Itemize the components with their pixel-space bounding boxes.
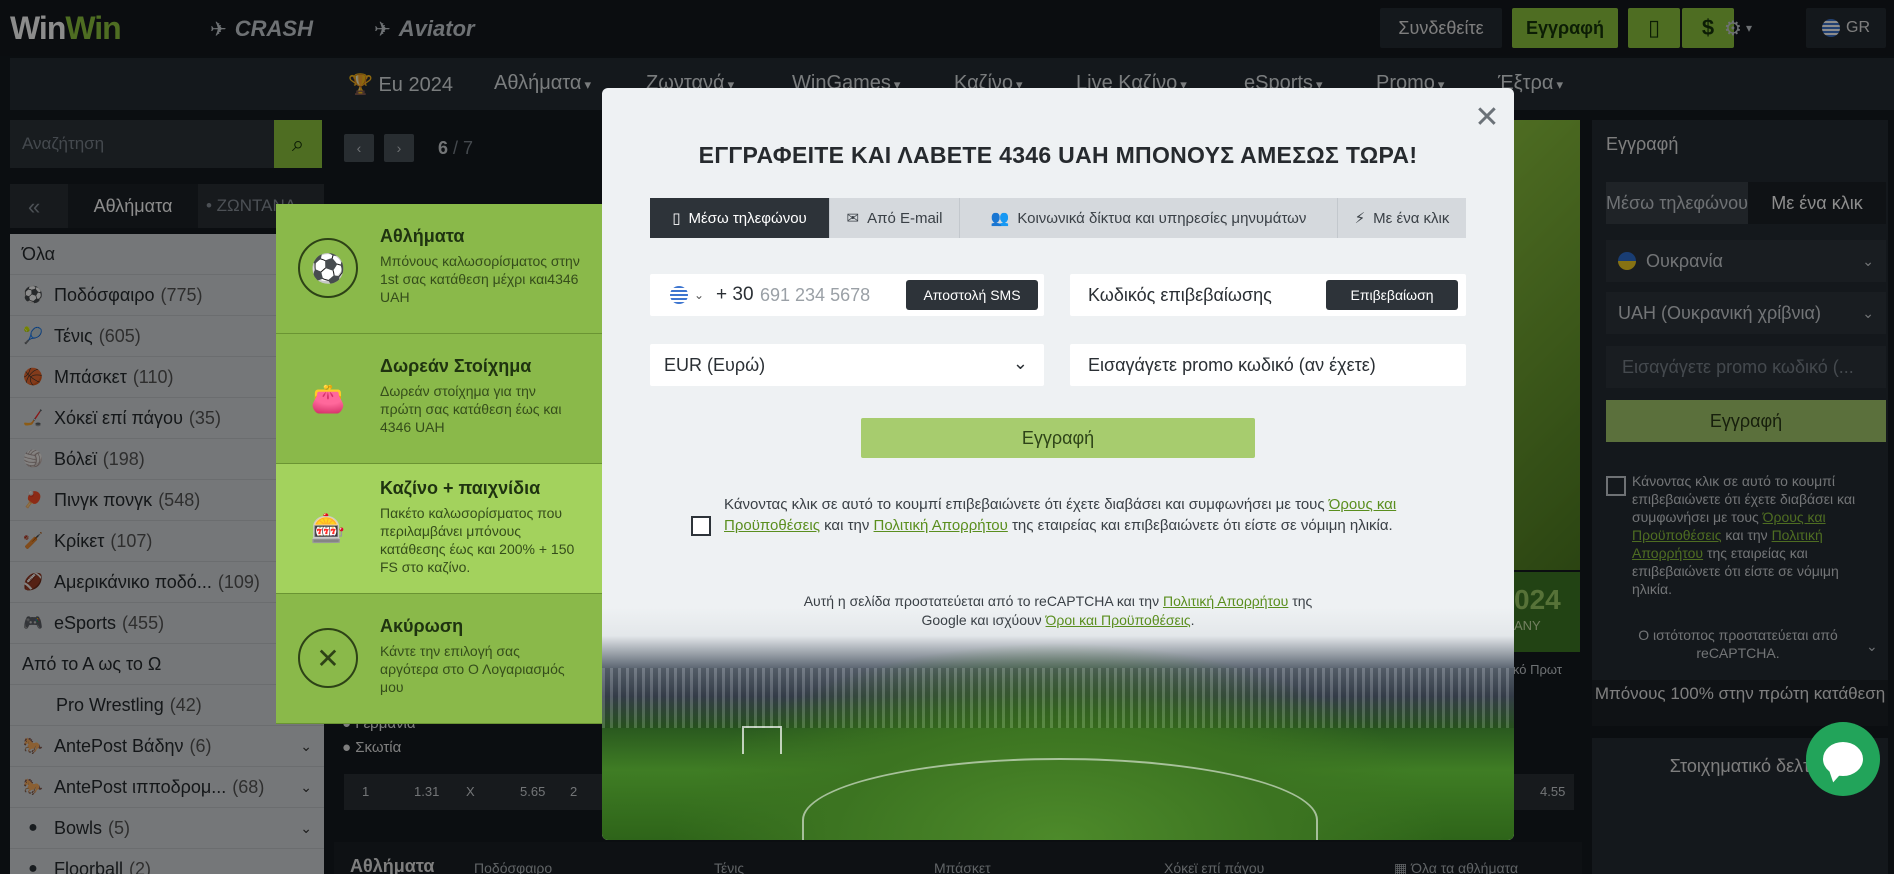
currency-select[interactable]: EUR (Ευρώ) ⌄ [650,344,1044,386]
google-terms-link[interactable]: Όροι και Προϋποθέσεις [1046,612,1191,628]
bonus-option-title: Δωρεάν Στοίχημα [380,356,532,376]
privacy-link[interactable]: Πολιτική Απορρήτου [874,517,1008,534]
tab-email[interactable]: ✉ Από E-mail [830,198,960,238]
close-icon[interactable]: ✕ [1472,101,1502,134]
wallet-icon: 👛 [310,382,346,414]
currency-value: EUR (Ευρώ) [664,355,766,375]
bonus-option-desc: Δωρεάν στοίχημα για την πρώτη σας κατάθε… [380,383,562,435]
bonus-option-sports[interactable]: ⚽ Αθλήματα Μπόνους καλωσορίσματος στην 1… [276,204,602,334]
bonus-option-title: Ακύρωση [380,616,464,636]
greece-flag-icon [670,286,688,304]
country-code-select[interactable]: ⌄ [670,286,704,304]
bonus-option-freebet[interactable]: 👛 Δωρεάν Στοίχημα Δωρεάν στοίχημα για τη… [276,334,602,464]
terms-text: Κάνοντας κλικ σε αυτό το κουμπί επιβεβαι… [724,496,1397,534]
promo-code-input[interactable]: Εισαγάγετε promo κωδικό (αν έχετε) [1070,344,1466,386]
stadium-image [602,608,1514,840]
phone-icon: ▯ [672,210,681,227]
bonus-option-cancel[interactable]: ✕ Ακύρωση Κάντε την επιλογή σας αργότερα… [276,594,602,724]
bonus-option-title: Αθλήματα [380,226,465,246]
bonus-option-casino[interactable]: 🎰 Καζίνο + παιχνίδια Πακέτο καλωσορίσματ… [276,464,602,594]
confirm-button[interactable]: Επιβεβαίωση [1326,280,1458,310]
bonus-option-desc: Μπόνους καλωσορίσματος στην 1st σας κατά… [380,253,580,305]
bonus-option-desc: Πακέτο καλωσορίσματος που περιλαμβάνει μ… [380,505,575,575]
promo-code-placeholder: Εισαγάγετε promo κωδικό (αν έχετε) [1088,355,1376,375]
bonus-option-desc: Κάντε την επιλογή σας αργότερα στο Ο Λογ… [380,643,565,695]
phone-code: + 30 [716,284,754,305]
confirmation-code-field[interactable]: Κωδικός επιβεβαίωσης Επιβεβαίωση [1070,274,1466,316]
modal-register-button[interactable]: Εγγραφή [861,418,1255,458]
modal-title: ΕΓΓΡΑΦΕΙΤΕ ΚΑΙ ΛΑΒΕΤΕ 4346 UAH ΜΠΟΝΟΥΣ Α… [698,142,1418,168]
slot-machine-icon: 🎰 [310,512,346,544]
chat-button[interactable] [1806,722,1880,796]
bonus-option-title: Καζίνο + παιχνίδια [380,478,541,498]
football-icon: ⚽ [298,238,358,298]
tab-phone[interactable]: ▯ Μέσω τηλεφώνου [650,198,830,238]
chat-icon [1823,742,1863,776]
send-sms-button[interactable]: Αποστολή SMS [906,280,1038,310]
tab-oneclick[interactable]: ⚡ Με ένα κλικ [1338,198,1466,238]
cancel-icon: ✕ [298,628,358,688]
terms-checkbox[interactable] [691,516,711,536]
chevron-down-icon: ⌄ [694,288,705,302]
phone-input[interactable]: 691 234 5678 [760,285,870,306]
registration-modal: ✕ ΕΓΓΡΑΦΕΙΤΕ ΚΑΙ ΛΑΒΕΤΕ 4346 UAH ΜΠΟΝΟΥΣ… [602,88,1514,840]
bonus-choice-panel: ⚽ Αθλήματα Μπόνους καλωσορίσματος στην 1… [276,204,602,724]
lightning-icon: ⚡ [1354,210,1366,227]
chevron-down-icon: ⌄ [1012,353,1028,373]
captcha-note: Αυτή η σελίδα προστατεύεται από το reCAP… [803,593,1313,628]
goal-shape [742,726,782,754]
confirmation-code-input[interactable]: Κωδικός επιβεβαίωσης [1088,285,1272,306]
users-icon: 👥 [990,210,1010,227]
tab-social[interactable]: 👥 Κοινωνικά δίκτυα και υπηρεσίες μηνυμάτω… [960,198,1338,238]
envelope-icon: ✉ [846,210,860,227]
phone-field[interactable]: ⌄ + 30 691 234 5678 Αποστολή SMS [650,274,1044,316]
google-privacy-link[interactable]: Πολιτική Απορρήτου [1163,593,1288,609]
registration-method-tabs: ▯ Μέσω τηλεφώνου ✉ Από E-mail 👥 Κοινωνικά δ… [650,198,1466,238]
